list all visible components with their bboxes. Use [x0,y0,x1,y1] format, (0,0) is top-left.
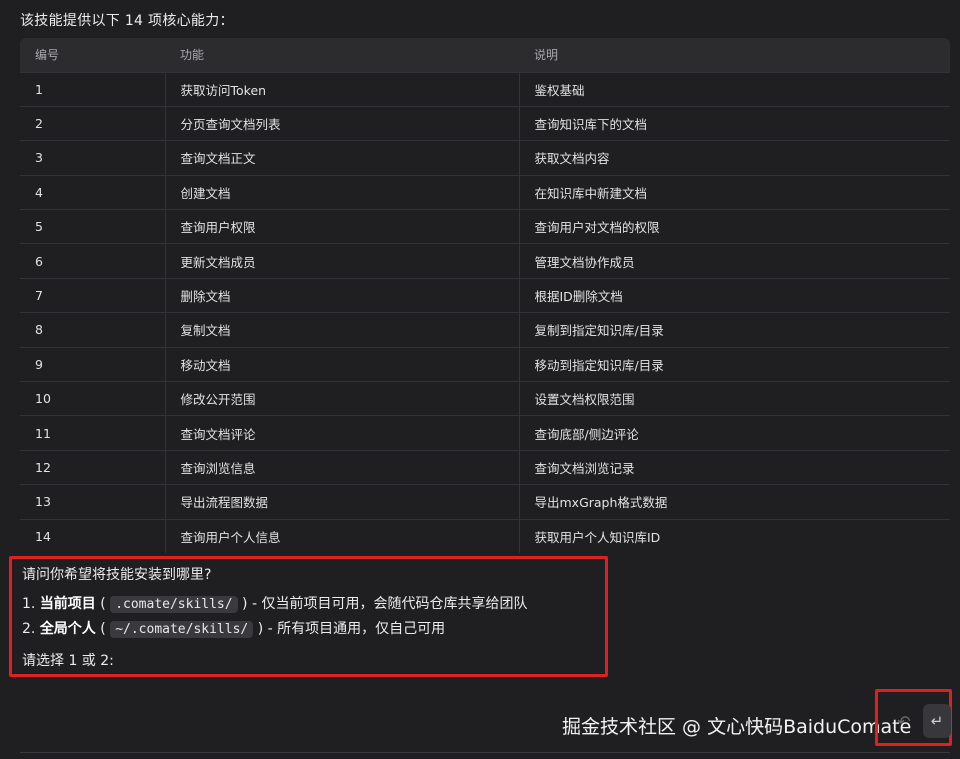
table-row: 6 更新文档成员 管理文档协作成员 [20,243,950,279]
table-row: 10 修改公开范围 设置文档权限范围 [20,381,950,416]
option-description: - 仅当前项目可用，会随代码仓库共享给团队 [251,596,528,612]
cell-description: 移动到指定知识库/目录 [518,347,950,382]
option-number: 2. [22,621,40,637]
cell-description: 查询知识库下的文档 [518,106,950,141]
cell-description: 查询用户对文档的权限 [518,209,950,244]
intro-text: 该技能提供以下 14 项核心能力： [20,13,234,29]
prompt-question: 请问你希望将技能安装到哪里? [22,567,212,583]
cell-description: 在知识库中新建文档 [518,175,950,210]
table-row: 9 移动文档 移动到指定知识库/目录 [20,347,950,382]
cell-function: 更新文档成员 [164,243,519,279]
cell-function: 复制文档 [164,312,519,348]
option-title: 当前项目 [39,596,96,612]
cell-number: 13 [35,494,51,510]
cell-number: 5 [35,219,43,235]
cell-number: 2 [35,116,43,132]
capabilities-table: 编号 功能 说明 1 获取访问Token 鉴权基础 2 分页查询文档列表 查询知识库下的… [20,38,950,554]
cell-number: 3 [35,150,43,166]
option-paren-open: ( [95,621,111,637]
cell-function: 查询用户权限 [164,209,519,244]
table-row: 7 删除文档 根据ID删除文档 [20,278,950,313]
table-row: 5 查询用户权限 查询用户对文档的权限 [20,209,950,244]
cell-description: 查询底部/侧边评论 [518,415,950,451]
header-function: 功能 [180,48,205,63]
option-number: 1. [22,596,40,612]
option-paren-open: ( [95,596,111,612]
option-paren-close: ) [253,621,268,637]
cell-function: 移动文档 [164,347,519,382]
cell-description: 根据ID删除文档 [518,278,950,313]
undo-icon[interactable]: ↶ [893,711,915,733]
header-description: 说明 [534,48,559,63]
table-row: 1 获取访问Token 鉴权基础 [20,72,950,107]
cell-function: 导出流程图数据 [164,484,519,520]
table-header-row: 编号 功能 说明 [20,38,950,72]
option-description: - 所有项目通用，仅自己可用 [267,621,446,637]
header-number: 编号 [35,48,60,63]
cell-description: 获取用户个人知识库ID [518,519,950,554]
table-row: 12 查询浏览信息 查询文档浏览记录 [20,450,950,485]
enter-icon[interactable]: ↵ [923,704,951,738]
cell-function: 查询用户个人信息 [164,519,519,554]
table-row: 8 复制文档 复制到指定知识库/目录 [20,312,950,348]
cell-number: 12 [35,459,51,475]
cell-description: 获取文档内容 [518,140,950,176]
cell-number: 7 [35,288,43,304]
table-row: 13 导出流程图数据 导出mxGraph格式数据 [20,484,950,520]
cell-function: 删除文档 [164,278,519,313]
cell-description: 查询文档浏览记录 [518,450,950,485]
table-row: 14 查询用户个人信息 获取用户个人知识库ID [20,519,950,554]
option-global-personal: 2. 全局个人 ( ~/.comate/skills/ ) - 所有项目通用，仅… [22,618,445,638]
table-row: 4 创建文档 在知识库中新建文档 [20,175,950,210]
cell-description: 鉴权基础 [518,72,950,107]
watermark-text: 掘金技术社区 @ 文心快码BaiduComate [562,716,912,738]
cell-number: 8 [35,322,43,338]
cell-description: 导出mxGraph格式数据 [518,484,950,520]
cell-description: 设置文档权限范围 [518,381,950,416]
cell-number: 9 [35,356,43,372]
option-path-code: ~/.comate/skills/ [110,621,254,638]
cell-number: 6 [35,253,43,269]
cell-description: 复制到指定知识库/目录 [518,312,950,348]
cell-function: 创建文档 [164,175,519,210]
option-paren-close: ) [237,596,252,612]
option-title: 全局个人 [39,621,96,637]
cell-function: 分页查询文档列表 [164,106,519,141]
install-location-prompt: 请问你希望将技能安装到哪里? 1. 当前项目 ( .comate/skills/… [9,556,608,677]
cell-function: 修改公开范围 [164,381,519,416]
cell-number: 11 [35,425,51,441]
cell-function: 查询浏览信息 [164,450,519,485]
cell-function: 查询文档评论 [164,415,519,451]
cell-number: 14 [35,529,51,545]
cell-function: 获取访问Token [164,72,519,107]
table-row: 3 查询文档正文 获取文档内容 [20,140,950,176]
cell-number: 10 [35,391,51,407]
cell-function: 查询文档正文 [164,140,519,176]
option-path-code: .comate/skills/ [110,596,238,613]
cell-description: 管理文档协作成员 [518,243,950,279]
prompt-choose: 请选择 1 或 2: [22,653,114,669]
table-row: 2 分页查询文档列表 查询知识库下的文档 [20,106,950,141]
table-row: 11 查询文档评论 查询底部/侧边评论 [20,415,950,451]
cell-number: 1 [35,81,43,97]
option-current-project: 1. 当前项目 ( .comate/skills/ ) - 仅当前项目可用，会随… [22,593,527,613]
cell-number: 4 [35,184,43,200]
